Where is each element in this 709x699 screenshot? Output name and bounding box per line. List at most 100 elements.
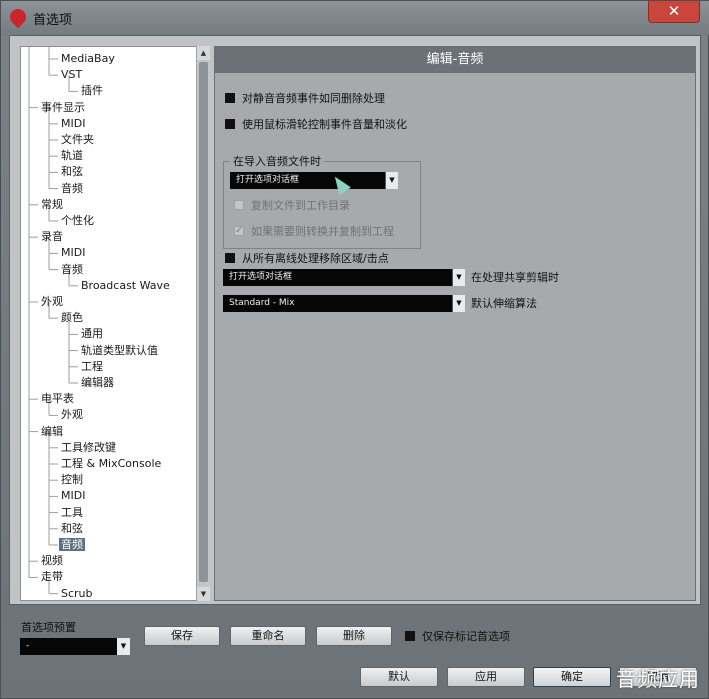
tree-item[interactable]: 个性化 (59, 213, 96, 229)
import-action-dropdown[interactable]: 打开选项对话框 ▼ (230, 172, 398, 189)
tree-item[interactable]: MIDI (59, 116, 87, 132)
tree-item[interactable]: 和弦 (59, 164, 85, 180)
mouse-wheel-label: 使用鼠标滑轮控制事件音量和淡化 (242, 118, 407, 131)
watermark: 音频应用 (616, 667, 700, 691)
mute-delete-label: 对静音音频事件如同删除处理 (242, 92, 385, 105)
scroll-up-icon[interactable]: ▲ (197, 46, 210, 60)
tree-item[interactable]: 颜色 (59, 310, 85, 326)
tree-item-label: 通用 (81, 327, 103, 341)
tree-item[interactable]: 工程 (79, 359, 105, 375)
tree-item[interactable]: 工程 & MixConsole (59, 456, 163, 472)
tree-item[interactable]: 视频 (39, 553, 65, 569)
shared-clips-value: 打开选项对话框 (229, 272, 293, 282)
mute-delete-option[interactable]: 对静音音频事件如同删除处理 (225, 91, 385, 107)
tree-item[interactable]: 轨道 (59, 148, 85, 164)
delete-button[interactable]: 删除 (316, 626, 392, 646)
tree-item-label: 个性化 (61, 214, 94, 227)
tree-item[interactable]: MIDI (59, 245, 87, 261)
tree-item[interactable]: 外观 (39, 294, 65, 310)
tree-item-label: 音频 (61, 262, 83, 276)
time-stretch-value: Standard - Mix (229, 298, 295, 308)
tree-item-label: 工程 & MixConsole (61, 457, 162, 470)
tree-item[interactable]: MIDI (59, 488, 87, 504)
tree-item[interactable]: 录音 (39, 229, 65, 245)
tree-item[interactable]: 控制 (59, 472, 85, 488)
save-button[interactable]: 保存 (144, 626, 220, 646)
scroll-down-icon[interactable]: ▼ (197, 587, 210, 601)
tree-item-label: 轨道 (61, 149, 83, 163)
preset-dropdown[interactable]: - ▼ (20, 638, 130, 655)
tree-scrollbar[interactable]: ▲ ▼ (196, 46, 210, 601)
chevron-down-icon[interactable]: ▼ (385, 172, 398, 189)
close-button[interactable]: ✕ (648, 1, 700, 23)
tree-item[interactable]: VST (59, 67, 84, 83)
default-button[interactable]: 默认 (360, 667, 438, 687)
window-title: 首选项 (33, 13, 73, 28)
tree-item[interactable]: 走带 (39, 569, 65, 585)
tree-item[interactable]: 文件夹 (59, 132, 96, 148)
tree-item-label: VST (61, 68, 83, 82)
tree-item-label: 外观 (61, 408, 83, 422)
tree-item-label: 视频 (41, 554, 63, 568)
tree-item-label: 外观 (41, 295, 63, 308)
chevron-down-icon[interactable]: ▼ (452, 269, 465, 286)
tree-item-label: MIDI (61, 116, 86, 130)
tree-item[interactable]: 通用 (79, 326, 105, 342)
tree-item[interactable]: 工具修改键 (59, 440, 118, 456)
tree-item[interactable]: 音频 (59, 262, 85, 278)
tree-item[interactable]: 音频 (59, 537, 85, 553)
mouse-wheel-option[interactable]: 使用鼠标滑轮控制事件音量和淡化 (225, 117, 407, 133)
only-marked-checkbox[interactable] (405, 631, 415, 641)
tree-item-label: 事件显示 (41, 100, 85, 114)
import-group-title: 在导入音频文件时 (230, 153, 324, 169)
only-marked-option[interactable]: 仅保存标记首选项 (405, 628, 510, 644)
tree-item[interactable]: 编辑器 (79, 375, 116, 391)
mouse-wheel-checkbox[interactable] (225, 119, 235, 129)
apply-button[interactable]: 应用 (447, 667, 525, 687)
tree-item-label: 工程 (81, 359, 103, 373)
convert-copy-label: 如果需要则转换并复制到工程 (251, 225, 394, 238)
tree-item-label: 颜色 (61, 311, 83, 325)
rename-button[interactable]: 重命名 (230, 626, 306, 646)
tree-item-label: 音频 (59, 538, 85, 551)
import-action-value: 打开选项对话框 (236, 175, 300, 185)
time-stretch-dropdown[interactable]: Standard - Mix ▼ (223, 295, 465, 312)
tree-item[interactable]: 音频 (59, 181, 85, 197)
tree-item[interactable]: 外观 (59, 407, 85, 423)
tree-item[interactable]: 事件显示 (39, 100, 87, 116)
tree-item[interactable]: 和弦 (59, 521, 85, 537)
tree-item-label: 工具修改键 (61, 440, 116, 454)
convert-copy-checkbox (234, 223, 244, 239)
tree-item-label: Scrub (61, 586, 93, 600)
tree-item[interactable]: 轨道类型默认值 (79, 343, 160, 359)
import-audio-group: 在导入音频文件时 打开选项对话框 ▼ 复制文件到工作目录 如果需要则转换并复制到… (223, 153, 421, 249)
tree-item[interactable]: Broadcast Wave (79, 278, 172, 294)
tree-item[interactable]: 工具 (59, 505, 85, 521)
time-stretch-label: 默认伸缩算法 (471, 297, 537, 310)
tree-item-label: 常规 (41, 197, 63, 211)
shared-clips-dropdown[interactable]: 打开选项对话框 ▼ (223, 269, 465, 286)
mute-delete-checkbox[interactable] (225, 93, 235, 103)
tree-item-label: 走带 (41, 570, 63, 584)
chevron-down-icon[interactable]: ▼ (117, 638, 130, 655)
tree-item-label: MIDI (61, 246, 86, 260)
copy-to-work-label: 复制文件到工作目录 (251, 199, 350, 212)
tree-connector-lines (28, 47, 78, 595)
tree-item[interactable]: 编辑 (39, 424, 65, 440)
preferences-tree: MediaBay VST 插件 事件显示 MIDI 文件夹 轨道 和弦 音频 常规 个性化 录音 MID… (20, 46, 208, 601)
tree-item[interactable]: 插件 (79, 83, 105, 99)
remove-regions-option[interactable]: 从所有离线处理移除区域/击点 (225, 251, 389, 267)
ok-button[interactable]: 确定 (533, 667, 611, 687)
tree-item[interactable]: MediaBay (59, 51, 117, 67)
tree-item[interactable]: 常规 (39, 197, 65, 213)
copy-to-work-checkbox (234, 200, 244, 210)
scroll-thumb[interactable] (199, 62, 208, 582)
chevron-down-icon[interactable]: ▼ (452, 295, 465, 312)
remove-regions-checkbox[interactable] (225, 253, 235, 263)
only-marked-label: 仅保存标记首选项 (422, 630, 510, 643)
tree-item[interactable]: Scrub (59, 586, 95, 602)
tree-item[interactable]: 电平表 (39, 391, 76, 407)
remove-regions-label: 从所有离线处理移除区域/击点 (242, 252, 389, 265)
tree-item-label: 控制 (61, 473, 83, 487)
cubase-icon (6, 5, 30, 29)
